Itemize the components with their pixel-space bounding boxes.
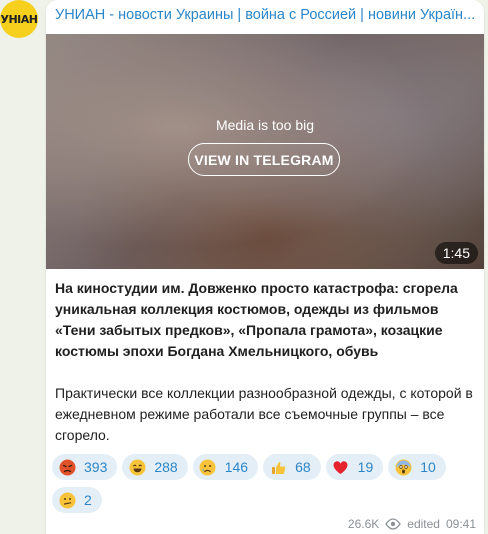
channel-title[interactable]: УНИАН - новости Украины | война с Россие… — [55, 6, 477, 24]
thumbs-up-icon — [269, 458, 287, 476]
reaction-angry[interactable]: 393 — [52, 454, 118, 480]
channel-avatar[interactable]: УНІАН — [0, 0, 38, 38]
reaction-confused[interactable]: 2 — [52, 487, 102, 513]
message-bubble: УНИАН - новости Украины | война с Россие… — [46, 0, 484, 534]
message-footer: 26.6K edited 09:41 — [348, 517, 476, 531]
reaction-count: 68 — [295, 459, 311, 475]
grinning-face-icon — [128, 458, 146, 476]
reaction-count: 288 — [154, 459, 178, 475]
confused-face-icon — [58, 491, 76, 509]
reaction-count: 10 — [420, 459, 436, 475]
reactions-bar: 393 288 146 68 19 10 2 — [52, 454, 478, 513]
reaction-screaming[interactable]: 10 — [388, 454, 446, 480]
angry-face-icon — [58, 458, 76, 476]
channel-avatar-text: УНІАН — [0, 12, 39, 26]
video-duration-badge: 1:45 — [434, 242, 478, 264]
reaction-crying[interactable]: 146 — [192, 454, 259, 480]
reaction-count: 393 — [84, 459, 108, 475]
heart-icon — [332, 458, 350, 476]
message-body: Практически все коллекции разнообразной … — [55, 385, 473, 443]
eye-icon — [385, 518, 402, 530]
reaction-thumbs-up[interactable]: 68 — [263, 454, 321, 480]
edited-label: edited — [407, 517, 440, 531]
reaction-heart[interactable]: 19 — [325, 454, 384, 480]
reaction-count: 146 — [224, 459, 249, 475]
view-in-telegram-button[interactable]: VIEW IN TELEGRAM — [188, 143, 340, 176]
reaction-grinning[interactable]: 288 — [122, 454, 188, 480]
message-text: На киностудии им. Довженко просто катаст… — [55, 278, 479, 446]
message-time: 09:41 — [445, 517, 476, 531]
screaming-face-icon — [394, 458, 412, 476]
reaction-count: 2 — [84, 492, 92, 508]
view-count: 26.6K — [347, 517, 380, 531]
message-lead: На киностудии им. Довженко просто катаст… — [55, 280, 458, 359]
video-preview[interactable]: Media is too big VIEW IN TELEGRAM 1:45 — [46, 34, 484, 269]
media-too-big-note: Media is too big — [215, 117, 315, 133]
crying-face-icon — [199, 458, 217, 476]
reaction-count: 19 — [357, 459, 374, 475]
